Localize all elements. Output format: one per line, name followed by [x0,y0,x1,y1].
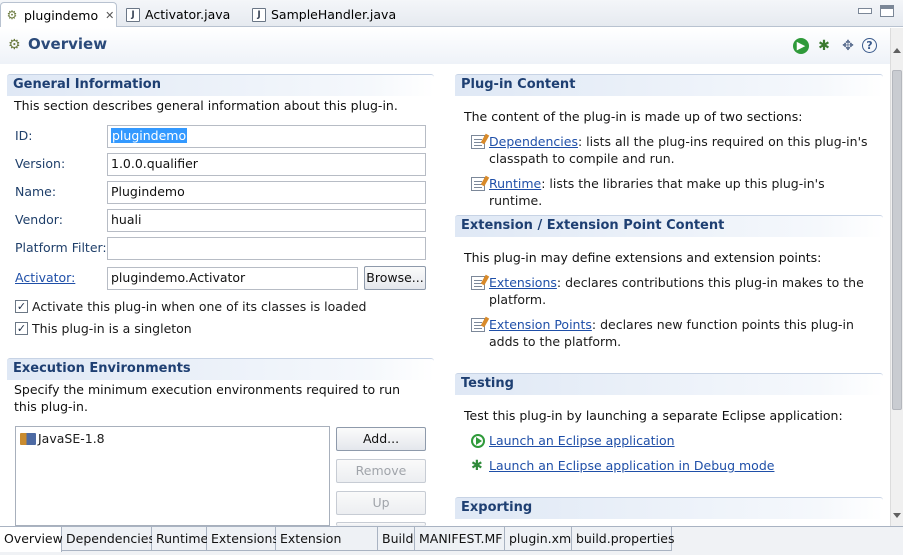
platform-filter-label: Platform Filter: [15,240,107,255]
section-title: Exporting [455,497,883,519]
vertical-scrollbar[interactable] [890,28,903,526]
extension-points-link[interactable]: Extension Points [489,317,592,332]
export-icon[interactable]: ✥ [840,38,856,54]
section-description: This plug-in may define extensions and e… [464,250,822,265]
editor-tab-label: SampleHandler.java [271,7,397,22]
section-description: Test this plug-in by launching a separat… [464,408,843,423]
id-row: ID: plugindemo [15,125,435,148]
execution-environments-section: Execution Environments [7,358,434,380]
name-field[interactable]: Plugindemo [107,181,426,204]
runtime-link[interactable]: Runtime [489,176,541,191]
page-edit-icon [471,135,485,149]
section-title: Extension / Extension Point Content [455,215,883,237]
environments-list[interactable]: JavaSE-1.8 [15,426,330,526]
singleton-checkbox[interactable]: ✓ [15,321,28,335]
scroll-down-icon[interactable] [893,513,901,518]
tab-runtime[interactable]: Runtime [152,527,208,551]
tab-build[interactable]: Build [378,527,415,551]
add-button[interactable]: Add... [336,427,426,451]
activator-link[interactable]: Activator: [15,270,75,285]
launch-item: Launch an Eclipse application [471,432,871,449]
section-title: Testing [455,373,883,395]
scroll-up-icon[interactable] [893,48,901,53]
section-title: Execution Environments [7,358,434,380]
activator-field[interactable]: plugindemo.Activator [107,267,358,290]
version-row: Version: 1.0.0.qualifier [15,153,435,176]
checkbox-label: Activate this plug-in when one of its cl… [32,298,367,314]
tab-plugin-xml[interactable]: plugin.xml [505,527,575,551]
section-title: Plug-in Content [455,74,883,96]
tab-extensions[interactable]: Extensions [207,527,279,551]
editor-tab-samplehandler[interactable]: J SampleHandler.java [248,2,398,27]
editor-tab-label: plugindemo [24,7,99,23]
editor-tab-bar: ⚙ plugindemo ✕ J Activator.java J Sample… [0,0,903,27]
section-title: General Information [7,74,434,96]
section-description: Specify the minimum execution environmen… [14,382,401,414]
tab-overview[interactable]: Overview [0,527,63,552]
extensions-link[interactable]: Extensions [489,275,557,290]
checkbox-label: This plug-in is a singleton [32,320,192,336]
vendor-row: Vendor: huali [15,209,435,232]
tab-manifest[interactable]: MANIFEST.MF [415,527,505,551]
plugin-icon: ⚙ [8,37,21,53]
dependencies-item: Dependencies: lists all the plug-ins req… [471,133,871,167]
form-header: ⚙ Overview ▶ ✱ ✥ ? [0,28,890,64]
exporting-section: Exporting [455,497,883,519]
vendor-label: Vendor: [15,212,63,227]
debug-launch-item: ✱ Launch an Eclipse application in Debug… [471,457,871,474]
help-icon[interactable]: ? [862,38,877,53]
singleton-checkbox-row[interactable]: ✓ This plug-in is a singleton [15,319,192,337]
debug-icon: ✱ [471,458,483,474]
java-file-icon: J [252,7,266,22]
platform-filter-field[interactable] [107,237,426,260]
dependencies-link[interactable]: Dependencies [489,134,578,149]
activate-checkbox-row[interactable]: ✓ Activate this plug-in when one of its … [15,297,366,315]
tab-build-properties[interactable]: build.properties [572,527,675,551]
launch-link[interactable]: Launch an Eclipse application [489,433,675,448]
close-icon[interactable]: ✕ [105,9,114,22]
java-file-icon: J [126,7,140,22]
vendor-field[interactable]: huali [107,209,426,232]
extension-content-section: Extension / Extension Point Content [455,215,883,237]
page-edit-icon [471,276,485,290]
name-row: Name: Plugindemo [15,181,435,204]
jre-icon [20,432,36,445]
editor-tab-plugindemo[interactable]: ⚙ plugindemo ✕ [0,2,117,27]
version-field[interactable]: 1.0.0.qualifier [107,153,426,176]
name-label: Name: [15,184,57,199]
maximize-button[interactable] [880,5,894,17]
page-edit-icon [471,318,485,332]
plugin-content-section: Plug-in Content [455,74,883,96]
editor-tab-label: Activator.java [145,7,231,22]
id-field[interactable]: plugindemo [107,125,426,148]
runtime-item: Runtime: lists the libraries that make u… [471,175,871,209]
up-button[interactable]: Up [336,491,426,515]
page-edit-icon [471,177,485,191]
extension-points-item: Extension Points: declares new function … [471,316,871,350]
debug-icon[interactable]: ✱ [816,38,832,54]
testing-section: Testing [455,373,883,395]
version-label: Version: [15,156,66,171]
editor-tab-activator[interactable]: J Activator.java [122,2,242,27]
general-information-section: General Information [7,74,434,96]
remove-button[interactable]: Remove [336,459,426,483]
activate-checkbox[interactable]: ✓ [15,299,28,313]
page-title: Overview [28,35,108,53]
list-item[interactable]: JavaSE-1.8 [20,431,105,446]
section-description: This section describes general informati… [14,98,398,113]
scroll-thumb[interactable] [892,70,902,410]
platform-filter-row: Platform Filter: [15,237,435,260]
extensions-item: Extensions: declares contributions this … [471,274,871,308]
page-tab-bar: Overview Dependencies Runtime Extensions… [0,526,903,555]
run-icon [471,434,485,448]
tab-extension-points[interactable]: Extension Points [276,527,378,555]
minimize-button[interactable] [858,8,872,14]
browse-button[interactable]: Browse... [364,266,426,290]
section-description: The content of the plug-in is made up of… [464,109,803,124]
id-label: ID: [15,128,33,143]
tab-dependencies[interactable]: Dependencies [62,527,155,551]
debug-launch-link[interactable]: Launch an Eclipse application in Debug m… [489,458,774,473]
plugin-icon: ⚙ [6,8,18,22]
run-icon[interactable]: ▶ [793,38,809,54]
